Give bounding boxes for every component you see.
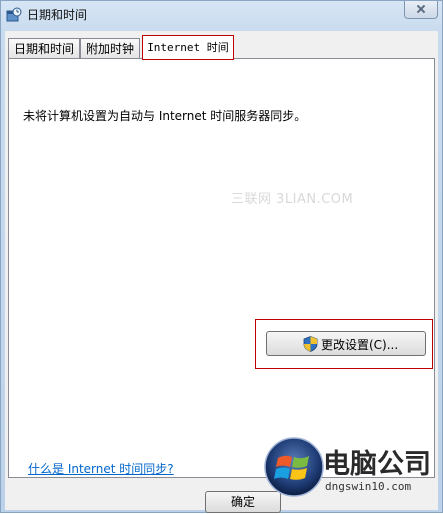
tab-internet-time[interactable]: Internet 时间 xyxy=(142,35,234,60)
change-settings-label: 更改设置(C)... xyxy=(321,338,399,352)
tab-additional-clocks[interactable]: 附加时钟 xyxy=(80,38,140,58)
tab-panel-internet-time: 未将计算机设置为自动与 Internet 时间服务器同步。 三联网 3LIAN.… xyxy=(8,58,435,478)
window-title: 日期和时间 xyxy=(27,8,88,22)
windows-logo-icon xyxy=(263,436,325,498)
dialog-window: 日期和时间 日期和时间 附加时钟 Internet 时间 未将计算机设置为自动与… xyxy=(0,0,443,513)
title-bar[interactable]: 日期和时间 xyxy=(1,1,442,29)
change-settings-button[interactable]: 更改设置(C)... xyxy=(266,331,426,356)
watermark-text: 三联网 3LIAN.COM xyxy=(231,192,354,207)
brand-url: dngswin10.com xyxy=(325,480,412,493)
internet-time-help-link[interactable]: 什么是 Internet 时间同步? xyxy=(28,460,174,477)
brand-name: 电脑公司 xyxy=(323,449,431,480)
close-button[interactable] xyxy=(404,1,438,19)
brand-watermark: 电脑公司 dngswin10.com xyxy=(263,436,443,514)
uac-shield-icon xyxy=(303,336,318,352)
sync-status-text: 未将计算机设置为自动与 Internet 时间服务器同步。 xyxy=(23,109,307,123)
datetime-icon xyxy=(6,7,22,23)
tab-date-time[interactable]: 日期和时间 xyxy=(8,38,80,58)
